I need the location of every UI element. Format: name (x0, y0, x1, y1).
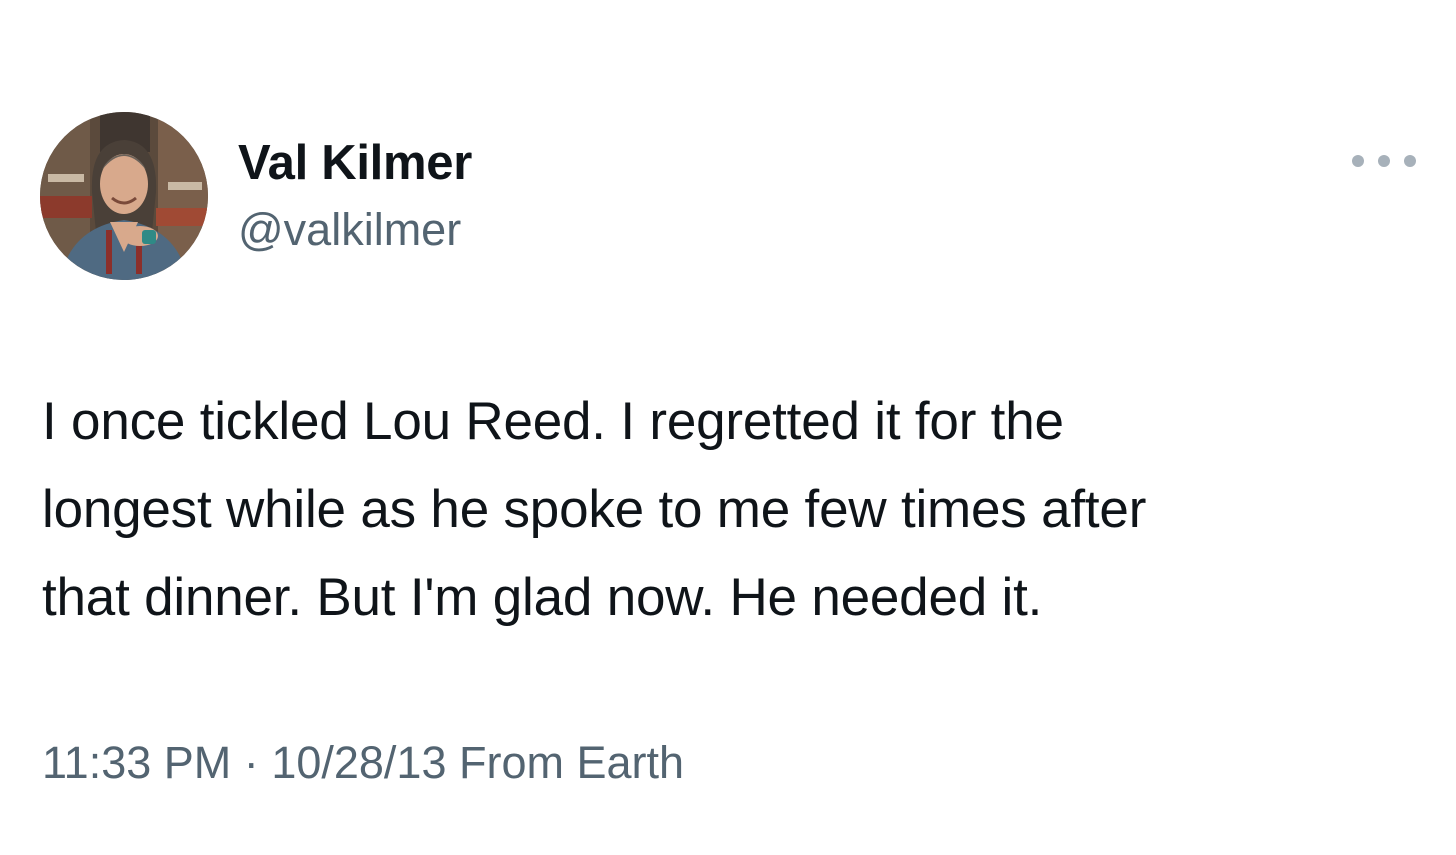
author-handle[interactable]: @valkilmer (238, 201, 461, 259)
more-dot (1404, 155, 1416, 167)
tweet-text: I once tickled Lou Reed. I regretted it … (42, 392, 1147, 627)
tweet-source: From Earth (459, 737, 685, 788)
tweet-meta: 11:33 PM · 10/28/13 From Earth (42, 733, 684, 793)
meta-separator: · (243, 737, 259, 788)
tweet-card: Val Kilmer @valkilmer I once tickled Lou… (0, 0, 1456, 855)
author-name[interactable]: Val Kilmer (238, 133, 472, 193)
tweet-time[interactable]: 11:33 PM (42, 737, 231, 788)
avatar[interactable] (40, 112, 208, 280)
more-horizontal-icon[interactable] (1352, 146, 1416, 176)
avatar-image (40, 112, 208, 280)
tweet-date[interactable]: 10/28/13 (271, 737, 446, 788)
more-dot (1378, 155, 1390, 167)
more-dot (1352, 155, 1364, 167)
